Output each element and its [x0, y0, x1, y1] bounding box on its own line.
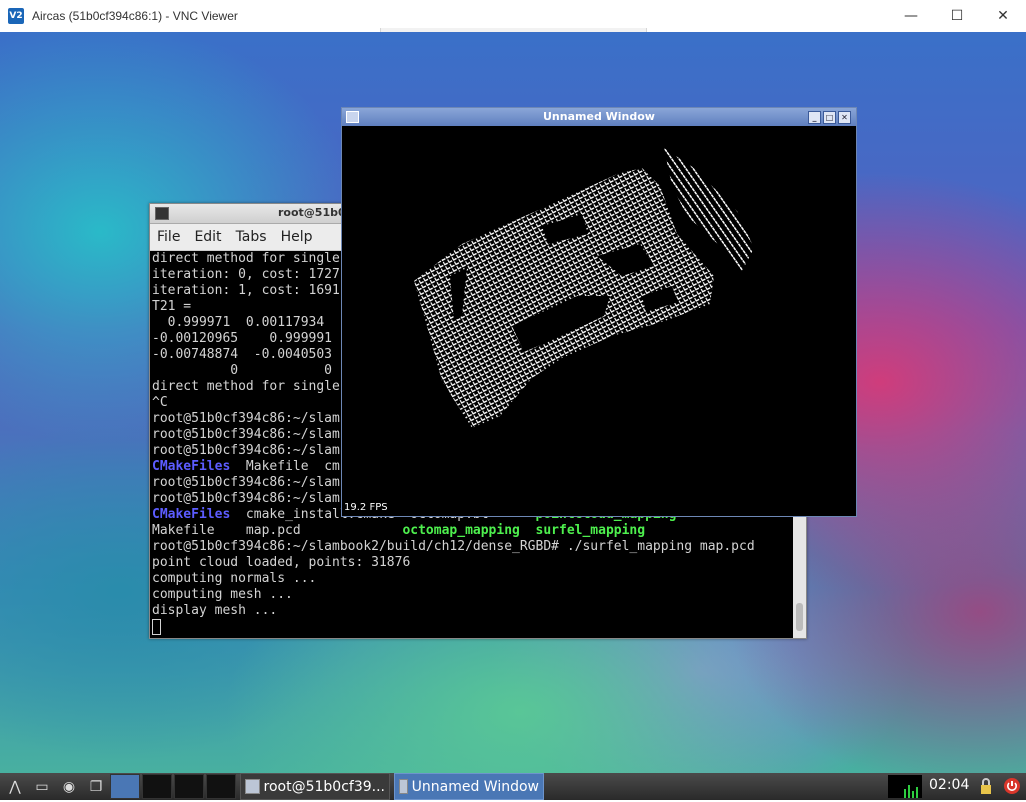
terminal-line: root@51b0cf394c86:~/slambook2/build/ch12…	[152, 539, 755, 554]
clock[interactable]: 02:04	[929, 777, 969, 793]
terminal-line: Makefile map.pcd octomap_mapping surfel_…	[152, 523, 794, 539]
viewer-title: Unnamed Window	[543, 110, 655, 123]
maximize-button[interactable]: ☐	[934, 0, 980, 32]
taskbar-terminal-task[interactable]: root@51b0cf39...	[240, 773, 390, 800]
taskbar-viewer-task[interactable]: Unnamed Window	[394, 773, 544, 800]
terminal-cursor-line	[152, 619, 794, 635]
show-desktop-icon[interactable]: ▭	[30, 775, 54, 799]
terminal-line: computing mesh ...	[152, 587, 293, 602]
ls-executable: surfel_mapping	[535, 523, 646, 538]
workspace-3[interactable]	[174, 774, 204, 799]
ls-dir-name: CMakeFiles	[152, 459, 231, 474]
minimize-button[interactable]: —	[888, 0, 934, 32]
workspace-2[interactable]	[142, 774, 172, 799]
web-browser-icon[interactable]: ◉	[57, 775, 81, 799]
terminal-line: point cloud loaded, points: 31876	[152, 555, 411, 570]
taskbar-terminal-label: root@51b0cf39...	[263, 778, 385, 795]
taskbar: ⋀ ▭ ◉ ❐ root@51b0cf39... Unnamed Window …	[0, 773, 1026, 800]
scrollbar-thumb[interactable]	[796, 603, 803, 631]
cpu-graph-icon	[904, 785, 918, 798]
remote-desktop: root@51b0 File Edit Tabs Help direct met…	[0, 32, 1026, 773]
menu-help[interactable]: Help	[274, 229, 320, 245]
ls-executable: octomap_mapping	[402, 523, 520, 538]
terminal-line: computing normals ...	[152, 571, 317, 586]
ls-separator	[520, 523, 536, 538]
fps-counter: 19.2 FPS	[344, 502, 388, 513]
vnc-window-controls: — ☐ ✕	[888, 0, 1026, 32]
terminal-line: display mesh ...	[152, 603, 278, 618]
viewer-window: Unnamed Window _ □ ✕ 19.2 FPS	[341, 107, 857, 517]
ls-entries: Makefile cm	[230, 459, 340, 474]
point-cloud-canvas[interactable]: 19.2 FPS	[342, 126, 856, 516]
cpu-monitor	[888, 775, 922, 798]
viewer-minimize-button[interactable]: _	[808, 111, 821, 124]
taskbar-viewer-label: Unnamed Window	[411, 778, 539, 795]
menu-tabs[interactable]: Tabs	[229, 229, 274, 245]
viewer-task-icon	[399, 779, 408, 794]
menu-edit[interactable]: Edit	[187, 229, 228, 245]
menu-file[interactable]: File	[150, 229, 187, 245]
terminal-icon	[155, 207, 169, 220]
workspace-4[interactable]	[206, 774, 236, 799]
viewer-close-button[interactable]: ✕	[838, 111, 851, 124]
terminal-title: root@51b0	[278, 206, 346, 219]
viewer-title-bar[interactable]: Unnamed Window _ □ ✕	[342, 108, 856, 126]
vnc-window-title: Aircas (51b0cf394c86:1) - VNC Viewer	[32, 9, 238, 23]
ls-entries: Makefile map.pcd	[152, 523, 403, 538]
terminal-task-icon	[245, 779, 260, 794]
viewer-maximize-button[interactable]: □	[823, 111, 836, 124]
vnc-logo-icon: V2	[8, 8, 24, 24]
power-icon[interactable]	[1002, 775, 1022, 797]
point-cloud-render	[414, 148, 754, 428]
lock-screen-icon[interactable]	[976, 775, 996, 797]
window-switch-icon[interactable]: ❐	[84, 775, 108, 799]
workspace-1[interactable]	[110, 774, 140, 799]
text-cursor	[152, 619, 161, 635]
close-button[interactable]: ✕	[980, 0, 1026, 32]
ls-dir-name: CMakeFiles	[152, 507, 231, 522]
start-menu-icon[interactable]: ⋀	[3, 775, 27, 799]
